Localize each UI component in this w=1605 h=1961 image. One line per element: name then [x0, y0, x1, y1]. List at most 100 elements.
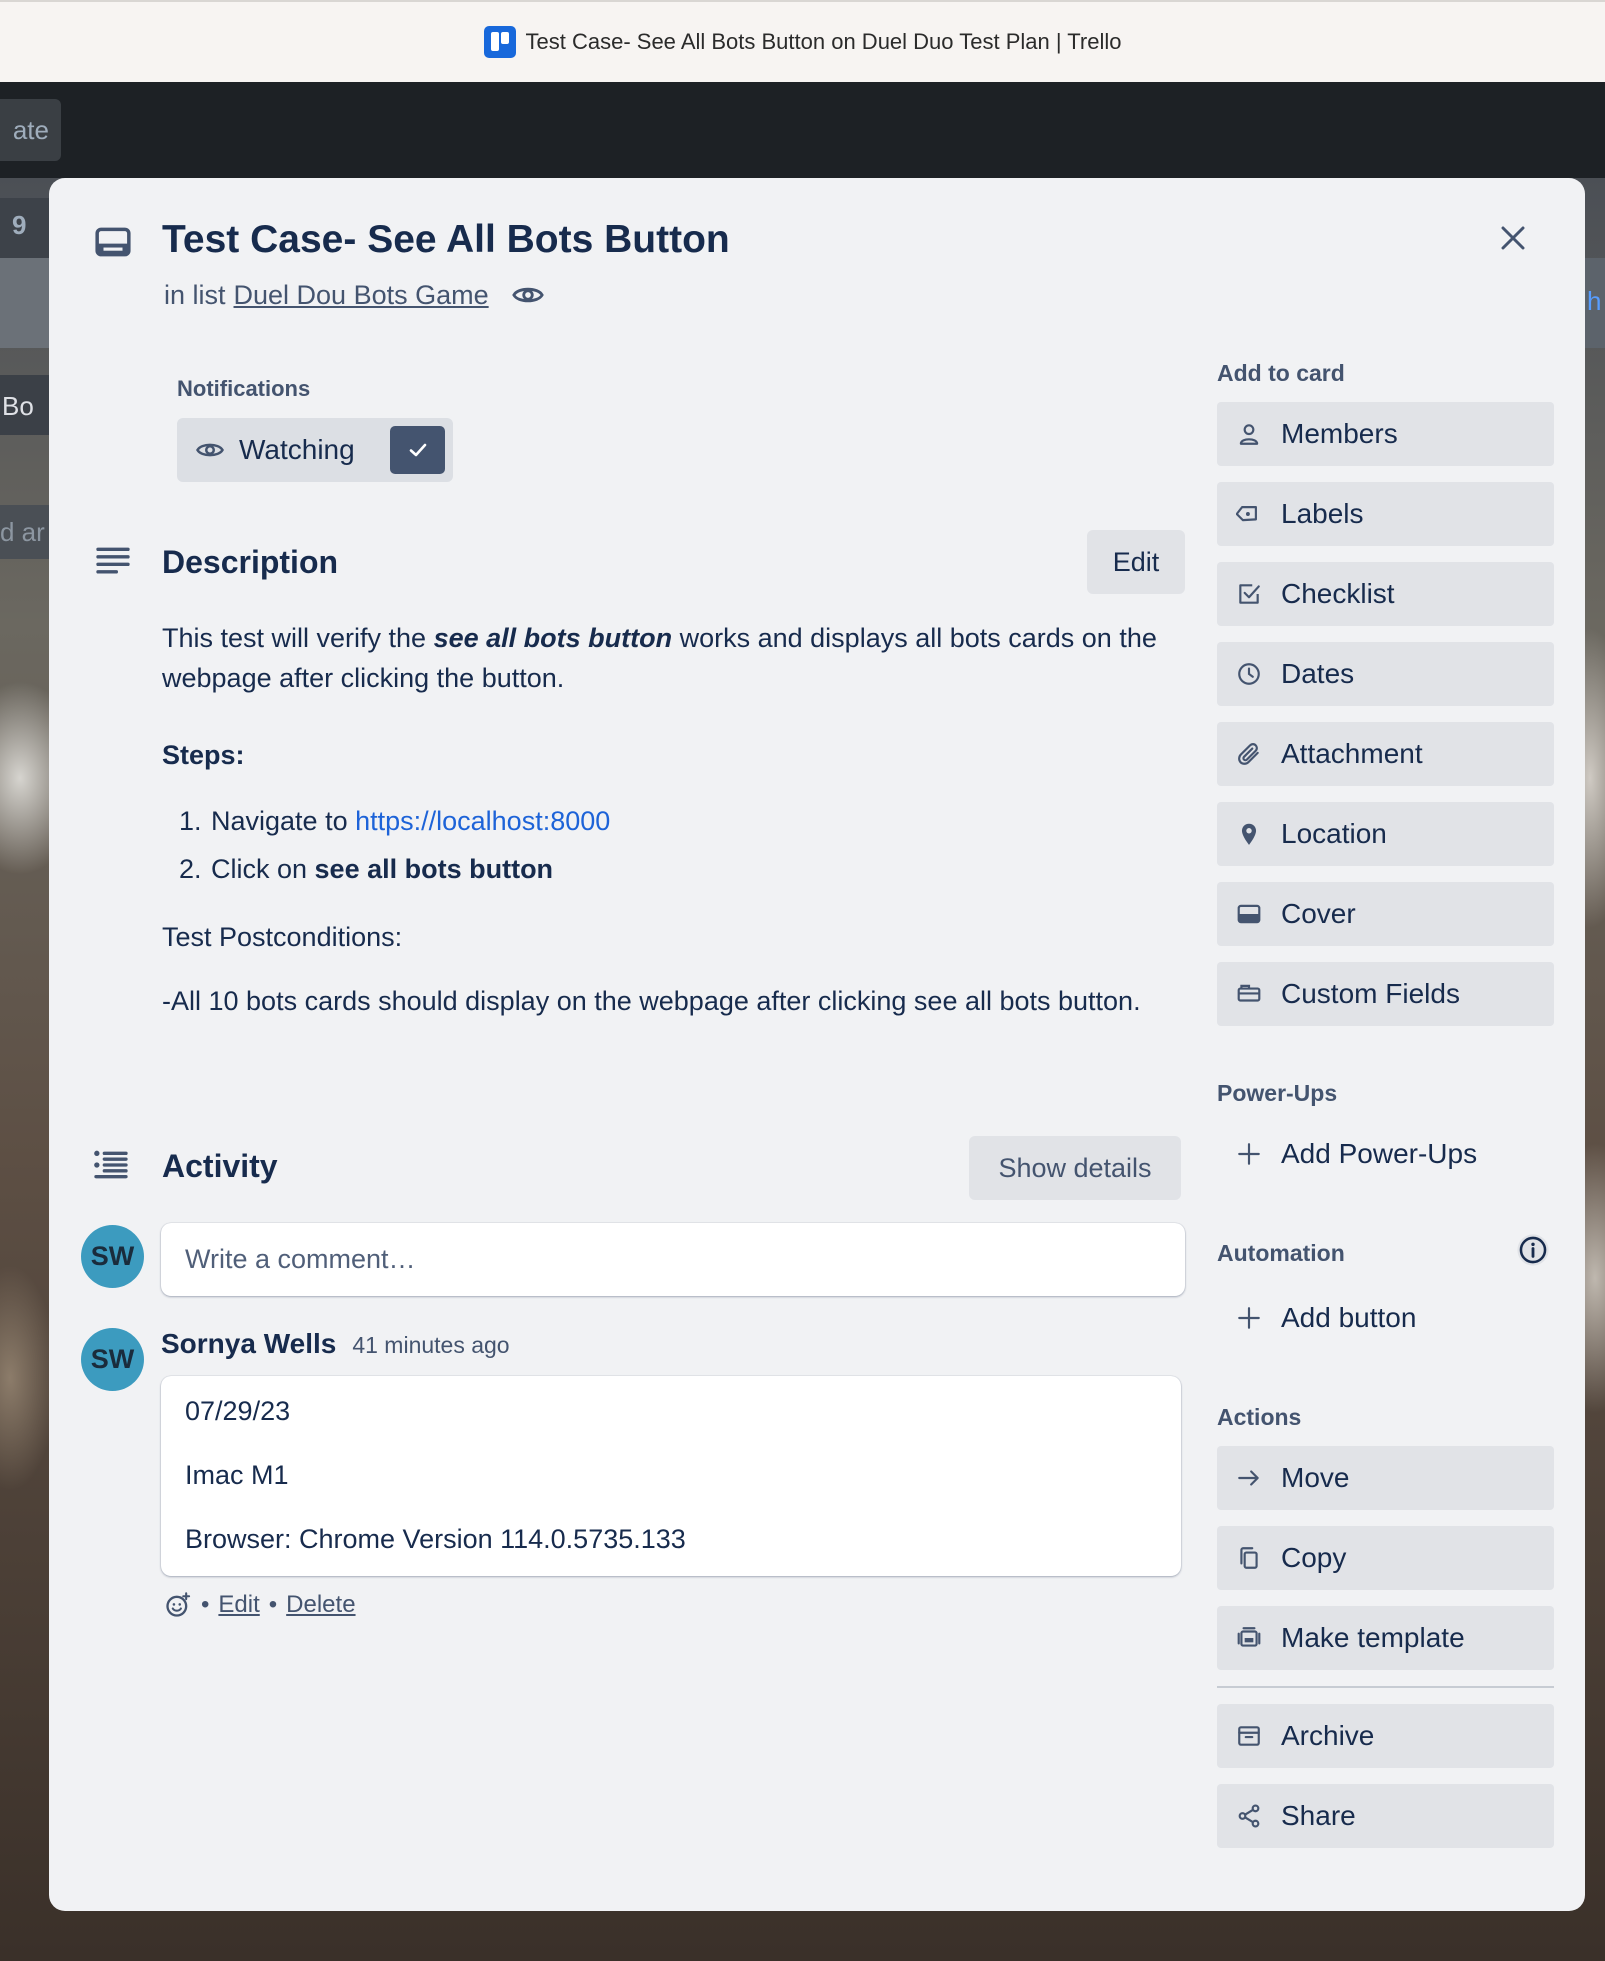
- clock-icon: [1238, 663, 1260, 685]
- copy-icon: [1240, 1547, 1258, 1569]
- eye-icon: [196, 443, 224, 457]
- add-button-button[interactable]: Add button: [1217, 1286, 1554, 1350]
- cover-button[interactable]: Cover: [1217, 882, 1554, 946]
- eye-icon: [511, 287, 544, 303]
- add-to-card-heading: Add to card: [1217, 360, 1345, 386]
- add-button-label: Add button: [1281, 1302, 1417, 1333]
- watch-button[interactable]: Watching: [177, 418, 453, 482]
- arrow-right-icon: [1238, 1470, 1259, 1486]
- card-list-info: in list Duel Dou Bots Game: [164, 278, 545, 312]
- share-button[interactable]: Share: [1217, 1784, 1554, 1848]
- actions-heading: Actions: [1217, 1404, 1302, 1430]
- attachment-button[interactable]: Attachment: [1217, 722, 1554, 786]
- dates-button[interactable]: Dates: [1217, 642, 1554, 706]
- step-item: Navigate to https://localhost:8000: [209, 801, 1242, 841]
- close-button[interactable]: [1491, 216, 1535, 260]
- edit-description-button[interactable]: Edit: [1087, 530, 1185, 594]
- power-ups-heading: Power-Ups: [1217, 1080, 1338, 1106]
- add-power-ups-label: Add Power-Ups: [1281, 1138, 1478, 1169]
- step-item: Click on see all bots button: [209, 849, 1242, 889]
- comment-timestamp[interactable]: 41 minutes ago: [352, 1332, 509, 1359]
- automation-heading: Automation: [1217, 1240, 1345, 1266]
- checklist-icon: [1239, 584, 1260, 604]
- description-heading: Description: [162, 544, 339, 580]
- location-label: Location: [1281, 818, 1387, 849]
- copy-button[interactable]: Copy: [1217, 1526, 1554, 1590]
- watching-checkmark: [390, 426, 445, 474]
- make-template-button[interactable]: Make template: [1217, 1606, 1554, 1670]
- comment-header: Sornya Wells 41 minutes ago: [161, 1328, 510, 1360]
- info-icon[interactable]: [1516, 1233, 1550, 1267]
- list-name-fragment: Bo: [0, 375, 49, 435]
- watch-label: Watching: [239, 434, 355, 465]
- steps-list: Navigate to https://localhost:8000 Click…: [162, 801, 1242, 889]
- board-header-button[interactable]: ate: [0, 99, 61, 161]
- person-icon: [1239, 424, 1259, 445]
- share-label: Share: [1281, 1800, 1356, 1831]
- edit-comment-link[interactable]: Edit: [218, 1591, 259, 1619]
- dates-label: Dates: [1281, 658, 1355, 689]
- members-button[interactable]: Members: [1217, 402, 1554, 466]
- window-title: Test Case- See All Bots Button on Duel D…: [525, 29, 1122, 54]
- custom-fields-button[interactable]: Custom Fields: [1217, 962, 1554, 1026]
- checklist-label: Checklist: [1281, 578, 1395, 609]
- location-button[interactable]: Location: [1217, 802, 1554, 866]
- labels-label: Labels: [1281, 498, 1364, 529]
- activity-heading: Activity: [162, 1148, 278, 1184]
- localhost-link[interactable]: https://localhost:8000: [355, 806, 610, 836]
- attachment-label: Attachment: [1281, 738, 1423, 769]
- separator: •: [201, 1591, 210, 1618]
- postconditions-text: -All 10 bots cards should display on the…: [162, 986, 1141, 1016]
- avatar[interactable]: SW: [81, 1225, 144, 1288]
- checklist-button[interactable]: Checklist: [1217, 562, 1554, 626]
- right-edge-fragment: h: [1585, 258, 1605, 348]
- plus-icon: [1238, 1143, 1260, 1165]
- comment-line: 07/29/23: [185, 1396, 291, 1426]
- postconditions-label: Test Postconditions:: [162, 922, 403, 952]
- add-reaction-icon[interactable]: [164, 1591, 192, 1619]
- move-label: Move: [1281, 1462, 1350, 1493]
- board-header-backdrop: ate: [0, 82, 1605, 178]
- comment-actions: • Edit • Delete: [164, 1591, 356, 1619]
- archive-label: Archive: [1281, 1720, 1375, 1751]
- cover-icon: [1237, 904, 1261, 924]
- comment-author-avatar[interactable]: SW: [81, 1328, 144, 1391]
- comment-author-name[interactable]: Sornya Wells: [161, 1328, 336, 1360]
- list-strip-fragment: [0, 258, 49, 348]
- sidebar-divider: [1217, 1686, 1554, 1688]
- archive-button[interactable]: Archive: [1217, 1704, 1554, 1768]
- activity-icon: [94, 1150, 128, 1179]
- show-details-button[interactable]: Show details: [969, 1136, 1181, 1200]
- archive-icon: [1238, 1726, 1260, 1746]
- comment-line: Imac M1: [185, 1460, 289, 1490]
- custom-fields-icon: [1237, 984, 1261, 1002]
- checkmark-icon: [409, 443, 426, 457]
- comment-input[interactable]: Write a comment…: [161, 1223, 1185, 1296]
- tag-icon: [1236, 506, 1257, 522]
- card-detail-modal: Test Case- See All Bots Button in list D…: [49, 178, 1585, 1911]
- labels-button[interactable]: Labels: [1217, 482, 1554, 546]
- comment-line: Browser: Chrome Version 114.0.5735.133: [185, 1524, 686, 1554]
- close-icon: [1501, 226, 1525, 250]
- description-intro: This test will verify the see all bots b…: [162, 623, 1157, 693]
- card-icon: [95, 227, 131, 257]
- location-pin-icon: [1241, 823, 1257, 845]
- list-header-fragment: 9: [0, 198, 49, 258]
- separator: •: [268, 1591, 278, 1618]
- description-body[interactable]: This test will verify the see all bots b…: [162, 618, 1242, 1058]
- move-button[interactable]: Move: [1217, 1446, 1554, 1510]
- template-icon: [1237, 1627, 1261, 1647]
- add-power-ups-button[interactable]: Add Power-Ups: [1217, 1122, 1554, 1186]
- card-title[interactable]: Test Case- See All Bots Button: [162, 218, 730, 262]
- plus-icon: [1238, 1307, 1260, 1329]
- list-link[interactable]: Duel Dou Bots Game: [234, 280, 489, 311]
- delete-comment-link[interactable]: Delete: [286, 1591, 355, 1619]
- card-text-fragment: d ar: [0, 505, 49, 559]
- comment-body: 07/29/23 Imac M1 Browser: Chrome Version…: [161, 1376, 1181, 1576]
- paperclip-icon: [1238, 743, 1259, 765]
- in-list-prefix: in list: [164, 279, 226, 310]
- description-icon: [96, 547, 130, 574]
- cover-label: Cover: [1281, 898, 1356, 929]
- copy-label: Copy: [1281, 1542, 1347, 1573]
- custom-fields-label: Custom Fields: [1281, 978, 1460, 1009]
